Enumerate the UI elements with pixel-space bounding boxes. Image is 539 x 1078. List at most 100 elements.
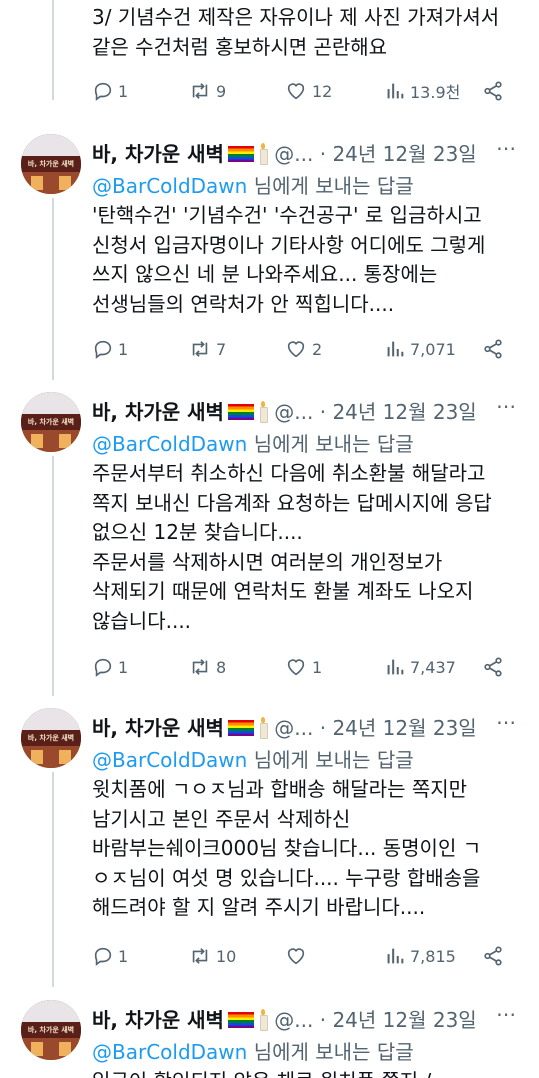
like-icon <box>287 659 305 676</box>
views-count: 7,437 <box>410 657 456 677</box>
tweet-text: '탄핵수건' '기념수건' '수건공구' 로 입금하시고 신청서 입금자명이나 … <box>92 203 486 316</box>
rainbow-flag-icon <box>227 404 254 420</box>
like-button[interactable] <box>284 943 312 969</box>
more-icon[interactable]: ⋯ <box>496 710 517 734</box>
share-button[interactable] <box>482 943 504 969</box>
author-name[interactable]: 바, 차가운 새벽 <box>92 142 224 166</box>
repost-button[interactable]: 9 <box>188 78 226 104</box>
tweet-actions: 1 7 2 7,071 <box>92 336 512 362</box>
share-button[interactable] <box>482 336 504 362</box>
views-button[interactable]: 13.9천 <box>384 78 460 104</box>
like-button[interactable]: 2 <box>284 336 322 362</box>
avatar[interactable]: 바, 차가운 새벽 <box>21 134 81 194</box>
more-icon[interactable]: ⋯ <box>496 394 517 418</box>
like-button[interactable]: 1 <box>284 654 322 680</box>
views-icon <box>387 83 404 99</box>
tweet-text: 윗치폼에 ㄱㅇㅈ님과 합배송 해달라는 쪽지만 남기시고 본인 주문서 삭제하신… <box>92 777 482 919</box>
author-name[interactable]: 바, 차가운 새벽 <box>92 1008 224 1032</box>
avatar[interactable]: 바, 차가운 새벽 <box>21 392 81 452</box>
author-handle[interactable]: @... <box>274 400 313 424</box>
tweet-actions: 1 9 12 13.9천 <box>92 78 512 104</box>
rainbow-flag-icon <box>227 146 254 162</box>
repost-count: 10 <box>216 946 237 966</box>
views-count: 7,815 <box>410 946 456 966</box>
tweet-date[interactable]: · 24년 12월 23일 <box>320 400 477 424</box>
tweet[interactable]: 바, 차가운 새벽 바, 차가운 새벽 @... · 24년 12월 23일 ⋯… <box>0 120 539 378</box>
avatar[interactable]: 바, 차가운 새벽 <box>21 708 81 768</box>
author-name[interactable]: 바, 차가운 새벽 <box>92 716 224 740</box>
rainbow-flag-icon <box>227 720 254 736</box>
share-button[interactable] <box>482 654 504 680</box>
tweet[interactable]: 3/ 기념수건 제작은 자유이나 제 사진 가져가셔서 같은 수건처럼 홍보하시… <box>0 0 539 120</box>
tweet-date[interactable]: · 24년 12월 23일 <box>320 142 477 166</box>
tweet-date[interactable]: · 24년 12월 23일 <box>320 1008 477 1032</box>
like-icon <box>287 83 305 100</box>
like-count: 1 <box>312 657 323 677</box>
tweet-actions: 1 10 7,815 <box>92 943 512 969</box>
repost-icon <box>192 83 208 99</box>
tweet-text: 입금이 확인되지 않은 채로 윗치폼 쪽지 / <box>92 1067 431 1078</box>
like-count: 2 <box>312 339 323 359</box>
reply-icon <box>94 82 112 101</box>
repost-count: 9 <box>216 81 227 101</box>
more-icon[interactable]: ⋯ <box>496 136 517 160</box>
like-icon <box>287 948 305 965</box>
views-icon <box>387 948 404 964</box>
mention-link[interactable]: @BarColdDawn <box>92 748 247 772</box>
repost-button[interactable]: 7 <box>188 336 226 362</box>
candle-icon <box>258 1009 268 1031</box>
tweet[interactable]: 바, 차가운 새벽 바, 차가운 새벽 @... · 24년 12월 23일 ⋯… <box>0 986 539 1078</box>
reply-icon <box>94 340 112 359</box>
repost-icon <box>192 948 208 964</box>
reply-button[interactable]: 1 <box>92 654 128 680</box>
reply-count: 1 <box>118 946 129 966</box>
tweet-actions: 1 8 1 7,437 <box>92 654 512 680</box>
author-handle[interactable]: @... <box>274 1008 313 1032</box>
like-count: 12 <box>312 81 333 101</box>
reply-button[interactable]: 1 <box>92 336 128 362</box>
like-icon <box>287 341 305 358</box>
views-button[interactable]: 7,815 <box>384 943 456 969</box>
mention-link[interactable]: @BarColdDawn <box>92 174 247 198</box>
reply-icon <box>94 947 112 966</box>
reply-button[interactable]: 1 <box>92 943 128 969</box>
share-icon <box>484 339 502 359</box>
avatar[interactable]: 바, 차가운 새벽 <box>21 1000 81 1060</box>
share-icon <box>484 657 502 677</box>
views-icon <box>387 659 404 675</box>
author-handle[interactable]: @... <box>274 142 313 166</box>
repost-button[interactable]: 8 <box>188 654 226 680</box>
reply-count: 1 <box>118 657 129 677</box>
repost-icon <box>192 341 208 357</box>
views-button[interactable]: 7,437 <box>384 654 456 680</box>
tweet[interactable]: 바, 차가운 새벽 바, 차가운 새벽 @... · 24년 12월 23일 ⋯… <box>0 694 539 986</box>
reply-button[interactable]: 1 <box>92 78 128 104</box>
like-button[interactable]: 12 <box>284 78 332 104</box>
candle-icon <box>258 401 268 423</box>
share-icon <box>484 81 502 101</box>
views-count: 13.9천 <box>410 83 461 102</box>
mention-link[interactable]: @BarColdDawn <box>92 432 247 456</box>
reply-icon <box>94 658 112 677</box>
share-button[interactable] <box>482 78 504 104</box>
views-button[interactable]: 7,071 <box>384 336 456 362</box>
more-icon[interactable]: ⋯ <box>496 1002 517 1026</box>
tweet-text: 주문서부터 취소하신 다음에 취소환불 해달라고 쪽지 보내신 다음계좌 요청하… <box>92 461 492 633</box>
repost-count: 8 <box>216 657 227 677</box>
author-name[interactable]: 바, 차가운 새벽 <box>92 400 224 424</box>
candle-icon <box>258 717 268 739</box>
reply-context: @BarColdDawn 님에게 보내는 답글 <box>92 748 414 772</box>
reply-count: 1 <box>118 339 129 359</box>
reply-context: @BarColdDawn 님에게 보내는 답글 <box>92 1040 414 1064</box>
mention-link[interactable]: @BarColdDawn <box>92 1040 247 1064</box>
reply-count: 1 <box>118 81 129 101</box>
repost-button[interactable]: 10 <box>188 943 236 969</box>
author-handle[interactable]: @... <box>274 716 313 740</box>
tweet[interactable]: 바, 차가운 새벽 바, 차가운 새벽 @... · 24년 12월 23일 ⋯… <box>0 378 539 694</box>
tweet-date[interactable]: · 24년 12월 23일 <box>320 716 477 740</box>
views-icon <box>387 341 404 357</box>
candle-icon <box>258 143 268 165</box>
share-icon <box>484 946 502 966</box>
reply-context: @BarColdDawn 님에게 보내는 답글 <box>92 174 414 198</box>
reply-context: @BarColdDawn 님에게 보내는 답글 <box>92 432 414 456</box>
